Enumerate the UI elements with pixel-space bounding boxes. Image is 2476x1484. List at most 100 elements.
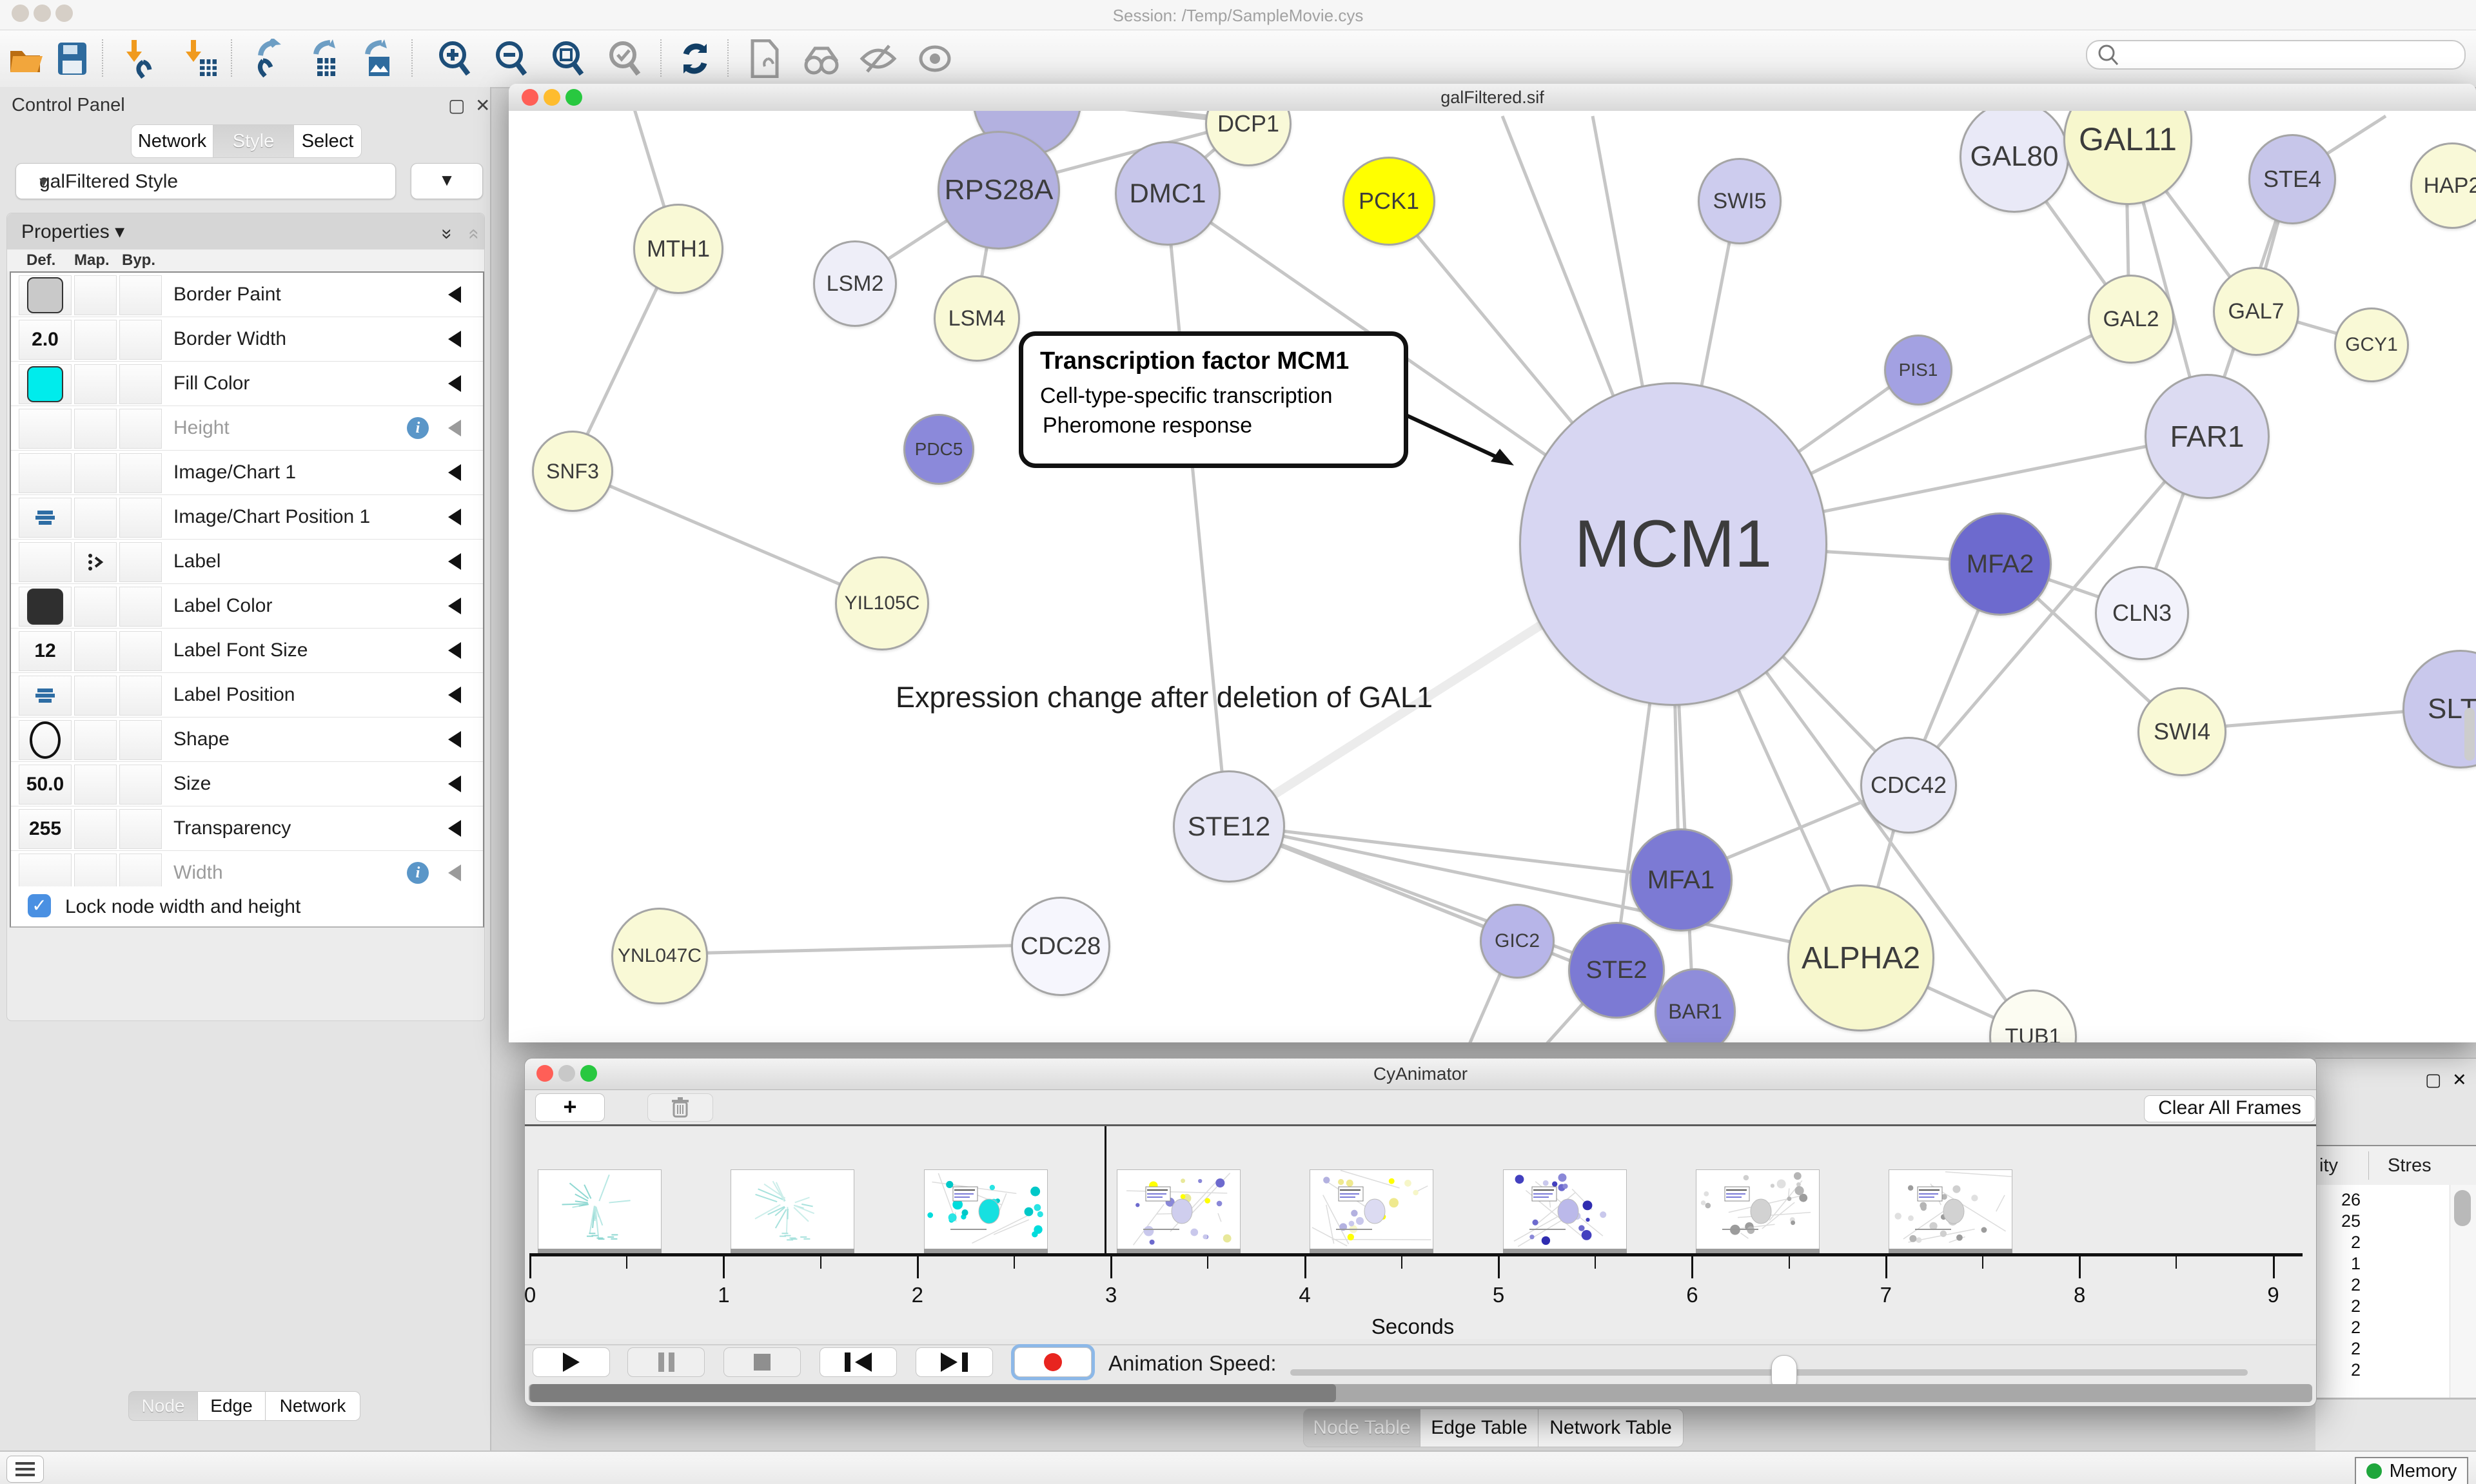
table-cell-value[interactable]: 2 [2315, 1296, 2361, 1316]
property-default-cell[interactable] [19, 676, 72, 716]
network-node-FAR1[interactable]: FAR1 [2145, 374, 2270, 499]
network-node-PDC5[interactable]: PDC5 [903, 414, 974, 485]
property-row[interactable]: Width i [11, 851, 483, 889]
delete-frame-button[interactable] [647, 1093, 713, 1122]
network-node-STE2[interactable]: STE2 [1568, 922, 1665, 1019]
play-button[interactable] [533, 1347, 610, 1377]
property-mapping-cell[interactable] [74, 320, 117, 360]
frame-thumbnail-3[interactable] [924, 1169, 1048, 1249]
network-scrollbar-thumb[interactable] [2464, 708, 2475, 761]
expand-row-icon[interactable] [448, 776, 461, 792]
network-window-titlebar[interactable]: galFiltered.sif [509, 84, 2476, 112]
frame-thumbnail-1[interactable] [538, 1169, 662, 1249]
expand-row-icon[interactable] [448, 687, 461, 703]
animation-speed-slider[interactable] [1290, 1369, 2248, 1376]
expand-all-icon[interactable]: » [437, 229, 458, 231]
network-node-PIS1[interactable]: PIS1 [1884, 335, 1952, 405]
property-default-cell[interactable] [19, 498, 72, 538]
refresh-network-icon[interactable] [674, 38, 716, 79]
expand-row-icon[interactable] [448, 509, 461, 525]
style-selector[interactable]: galFiltered Style ▾ [15, 163, 396, 199]
property-mapping-cell[interactable] [74, 275, 117, 315]
table-cell-value[interactable]: 2 [2315, 1339, 2361, 1359]
property-mapping-cell[interactable] [74, 587, 117, 627]
add-frame-button[interactable]: + [535, 1093, 605, 1122]
memory-button[interactable]: Memory [2355, 1457, 2468, 1484]
info-icon[interactable]: i [407, 417, 429, 439]
network-node-SWI5[interactable]: SWI5 [1698, 158, 1782, 244]
network-node-STE4[interactable]: STE4 [2248, 134, 2336, 224]
expand-row-icon[interactable] [448, 375, 461, 392]
network-node-RPS28A[interactable]: RPS28A [938, 131, 1060, 249]
zoom-in-icon[interactable] [433, 38, 475, 79]
table-cell-value[interactable]: 26 [2315, 1190, 2361, 1210]
network-node-GAL2[interactable]: GAL2 [2088, 275, 2174, 364]
frame-thumbnail-8[interactable] [1889, 1169, 2012, 1249]
export-table-icon[interactable] [306, 38, 347, 79]
export-document-icon[interactable] [744, 38, 785, 79]
first-frame-button[interactable] [820, 1347, 897, 1377]
table-cell-value[interactable]: 2 [2315, 1275, 2361, 1295]
save-session-icon[interactable] [52, 38, 93, 79]
property-default-cell[interactable] [19, 453, 72, 493]
table-values[interactable]: 26252122222 [2315, 1185, 2450, 1398]
frame-thumbnail-6[interactable] [1503, 1169, 1627, 1249]
property-bypass-cell[interactable] [119, 453, 162, 493]
import-table-icon[interactable] [181, 38, 222, 79]
annotation-link-1[interactable]: Cell-type-specific transcription [1040, 384, 1333, 409]
property-row[interactable]: 2.0 Border Width i [11, 317, 483, 362]
export-image-icon[interactable] [359, 38, 400, 79]
export-network-icon[interactable] [250, 38, 291, 79]
property-default-cell[interactable]: 12 [19, 631, 72, 671]
stop-button[interactable] [723, 1347, 801, 1377]
network-node-YNL047C[interactable]: YNL047C [611, 908, 708, 1004]
property-mapping-cell[interactable] [74, 453, 117, 493]
table-cell-value[interactable]: 2 [2315, 1318, 2361, 1338]
zoom-out-icon[interactable] [490, 38, 531, 79]
last-frame-button[interactable] [916, 1347, 993, 1377]
property-mapping-cell[interactable] [74, 720, 117, 760]
property-row[interactable]: 12 Label Font Size i [11, 629, 483, 673]
tab-network-style[interactable]: Network [265, 1391, 360, 1421]
expand-row-icon[interactable] [448, 731, 461, 748]
cyanimator-titlebar[interactable]: CyAnimator [525, 1059, 2316, 1090]
property-default-cell[interactable] [19, 587, 72, 627]
collapse-all-icon[interactable]: « [464, 229, 486, 231]
tab-edge[interactable]: Edge [197, 1391, 266, 1421]
property-bypass-cell[interactable] [119, 854, 162, 889]
frame-thumbnail-5[interactable] [1310, 1169, 1433, 1249]
network-node-MFA2[interactable]: MFA2 [1949, 513, 2052, 616]
expand-row-icon[interactable] [448, 598, 461, 614]
network-node-MFA1[interactable]: MFA1 [1629, 828, 1733, 932]
property-mapping-cell[interactable] [74, 765, 117, 805]
clear-all-frames-button[interactable]: Clear All Frames [2144, 1095, 2315, 1122]
network-node-MCM1[interactable]: MCM1 [1519, 382, 1827, 706]
expand-row-icon[interactable] [448, 420, 461, 436]
float-panel-icon[interactable]: ▢ [448, 95, 465, 116]
record-button[interactable] [1014, 1347, 1092, 1377]
zoom-selected-icon[interactable] [604, 38, 645, 79]
network-node-TUB1[interactable]: TUB1 [1989, 990, 2077, 1042]
property-row[interactable]: Border Paint i [11, 273, 483, 317]
property-row[interactable]: Image/Chart Position 1 i [11, 495, 483, 540]
frame-thumbnail-4[interactable] [1117, 1169, 1241, 1249]
network-node-SNF3[interactable]: SNF3 [532, 431, 613, 512]
import-network-icon[interactable] [121, 38, 162, 79]
tab-network-table[interactable]: Network Table [1538, 1409, 1684, 1447]
tab-style[interactable]: Style [213, 124, 294, 158]
network-node-PCK1[interactable]: PCK1 [1342, 157, 1435, 246]
tab-node[interactable]: Node [128, 1391, 198, 1421]
property-row[interactable]: 50.0 Size i [11, 762, 483, 806]
property-mapping-cell[interactable] [74, 854, 117, 889]
task-history-button[interactable] [6, 1456, 44, 1483]
style-options-button[interactable]: ▼ [411, 163, 483, 199]
property-default-cell[interactable] [19, 364, 72, 404]
hide-graphics-icon[interactable] [858, 38, 899, 79]
property-mapping-cell[interactable] [74, 498, 117, 538]
network-node-CLN3[interactable]: CLN3 [2095, 566, 2189, 660]
lock-size-checkbox[interactable]: ✓ [28, 894, 51, 917]
expand-row-icon[interactable] [448, 464, 461, 481]
property-row[interactable]: Image/Chart 1 i [11, 451, 483, 495]
property-row[interactable]: Label Color i [11, 584, 483, 629]
property-mapping-cell[interactable] [74, 364, 117, 404]
